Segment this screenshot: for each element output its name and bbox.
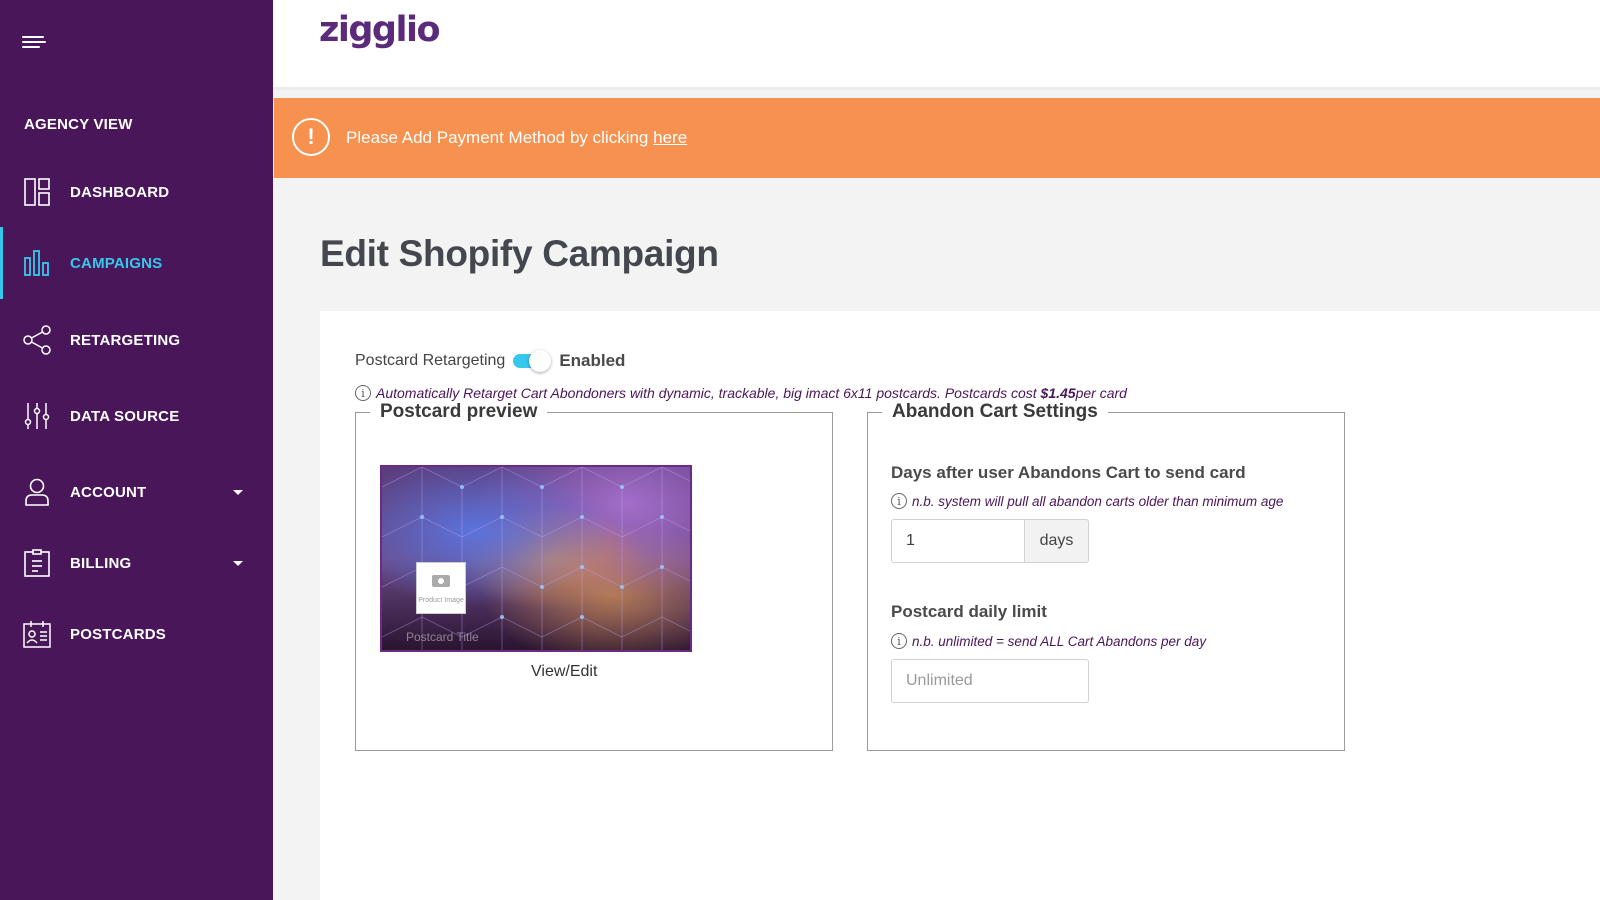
postcard-preview-image[interactable]: Product Image Postcard Title [380, 465, 692, 652]
billing-icon [23, 548, 51, 578]
alert-message: Please Add Payment Method by clicking he… [346, 128, 687, 148]
retargeting-row: Postcard Retargeting Enabled [355, 350, 625, 372]
daily-limit-note-text: n.b. unlimited = send ALL Cart Abandons … [912, 633, 1207, 649]
sliders-icon [23, 401, 51, 431]
agency-view-label: AGENCY VIEW [24, 116, 133, 133]
sidebar-item-label: DASHBOARD [70, 183, 170, 201]
alert-text: Please Add Payment Method by clicking [346, 128, 654, 147]
daily-limit-label: Postcard daily limit [891, 602, 1047, 621]
postcard-title: Postcard Title [406, 630, 479, 644]
sidebar-item-postcards[interactable]: POSTCARDS [0, 606, 273, 662]
camera-icon [432, 575, 450, 587]
info-icon: i [891, 493, 907, 509]
sidebar-item-campaigns[interactable]: CAMPAIGNS [0, 227, 273, 299]
sidebar-item-label: CAMPAIGNS [70, 254, 163, 272]
days-note-text: n.b. system will pull all abandon carts … [912, 493, 1284, 509]
daily-limit-note: i n.b. unlimited = send ALL Cart Abandon… [891, 633, 1206, 649]
share-icon [23, 325, 51, 355]
days-input[interactable]: 1 [891, 519, 1025, 563]
chevron-down-icon [233, 560, 243, 566]
sidebar-item-label: ACCOUNT [70, 483, 147, 501]
postcard-preview-panel: Postcard preview Product Image Postcard … [355, 401, 833, 751]
days-label: Days after user Abandons Cart to send ca… [891, 463, 1246, 482]
logo[interactable]: zigglio [319, 10, 441, 50]
abandon-cart-settings-legend: Abandon Cart Settings [892, 401, 1098, 422]
sidebar-item-retargeting[interactable]: RETARGETING [0, 312, 273, 368]
exclamation-icon: ! [292, 118, 330, 156]
product-image-text: Product Image [418, 597, 464, 604]
sidebar-item-dashboard[interactable]: DASHBOARD [0, 164, 273, 220]
hamburger-menu-icon[interactable] [22, 36, 48, 52]
bar-chart-icon [23, 248, 51, 278]
postcard-preview-legend: Postcard preview [380, 401, 538, 422]
page-title: Edit Shopify Campaign [320, 233, 719, 274]
view-edit-link[interactable]: View/Edit [531, 663, 597, 681]
sidebar-item-account[interactable]: ACCOUNT [0, 464, 273, 520]
abandon-cart-settings-panel: Abandon Cart Settings Days after user Ab… [867, 401, 1345, 751]
payment-alert-banner: ! Please Add Payment Method by clicking … [274, 98, 1600, 178]
info-icon: i [891, 633, 907, 649]
postcard-price: $1.45 [1040, 385, 1076, 401]
sidebar-item-billing[interactable]: BILLING [0, 535, 273, 591]
postcard-icon [23, 619, 51, 649]
sidebar-item-label: RETARGETING [70, 331, 181, 349]
daily-limit-input[interactable]: Unlimited [891, 659, 1089, 703]
retargeting-status: Enabled [559, 351, 626, 370]
days-unit: days [1025, 519, 1089, 563]
info-icon: i [355, 385, 371, 401]
sidebar: AGENCY VIEW DASHBOARD CAMPAIGNS RETARGET… [0, 0, 273, 900]
dashboard-icon [23, 177, 51, 207]
sidebar-item-label: BILLING [70, 554, 132, 572]
retargeting-label: Postcard Retargeting [355, 352, 506, 369]
hexagon-pattern [382, 467, 690, 650]
campaign-card: Postcard Retargeting Enabled i Automatic… [320, 311, 1600, 900]
retargeting-info-suffix: per card [1075, 385, 1127, 401]
sidebar-item-data-source[interactable]: DATA SOURCE [0, 388, 273, 444]
retargeting-info: i Automatically Retarget Cart Abondoners… [355, 385, 1127, 401]
sidebar-item-label: POSTCARDS [70, 625, 166, 643]
chevron-down-icon [233, 489, 243, 495]
days-note: i n.b. system will pull all abandon cart… [891, 493, 1283, 509]
sidebar-item-label: DATA SOURCE [70, 407, 180, 425]
top-header: zigglio [273, 0, 1600, 90]
retargeting-toggle[interactable] [511, 350, 555, 372]
retargeting-info-text: Automatically Retarget Cart Abondoners w… [376, 385, 1037, 401]
product-image-placeholder: Product Image [416, 562, 466, 614]
add-payment-link[interactable]: here [653, 128, 687, 147]
user-icon [23, 477, 51, 507]
